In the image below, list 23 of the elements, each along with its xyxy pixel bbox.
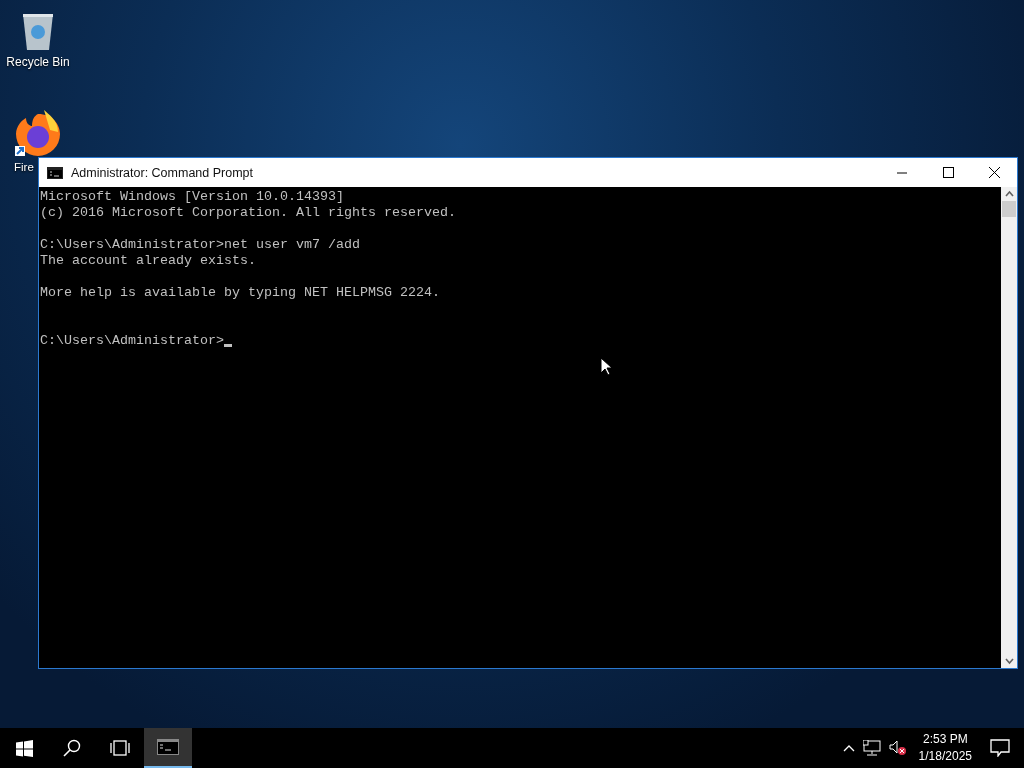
speech-bubble-icon — [990, 739, 1010, 757]
close-icon — [988, 167, 1000, 178]
console-line: Microsoft Windows [Version 10.0.14393] — [40, 189, 345, 205]
task-view-icon — [109, 740, 131, 756]
console-line: C:\Users\Administrator>net user vm7 /add — [40, 237, 361, 253]
console-line: More help is available by typing NET HELPMSG 2224. — [40, 285, 441, 301]
desktop-icon-label[interactable]: Recycle Bin — [6, 55, 70, 69]
scroll-thumb[interactable] — [1002, 201, 1016, 217]
search-icon — [63, 739, 81, 757]
command-prompt: C:\Users\Administrator> — [40, 333, 224, 349]
console-line: (c) 2016 Microsoft Corporation. All rights reserved. — [40, 205, 457, 221]
console-line: The account already exists. — [40, 253, 257, 269]
chevron-up-icon — [842, 744, 855, 752]
window-title: Administrator: Command Prompt — [71, 165, 254, 180]
console-icon — [157, 739, 179, 755]
console-icon — [47, 166, 63, 179]
taskbar-app-button[interactable] — [144, 728, 192, 768]
desktop-icon-label[interactable]: Fire — [14, 161, 34, 173]
mouse-pointer-icon — [600, 357, 612, 376]
scrollbar[interactable] — [1001, 187, 1017, 668]
maximize-icon — [942, 167, 954, 178]
windows-logo-icon — [15, 739, 33, 757]
clock-button[interactable]: 2:53 PM 1/18/2025 — [910, 731, 980, 765]
